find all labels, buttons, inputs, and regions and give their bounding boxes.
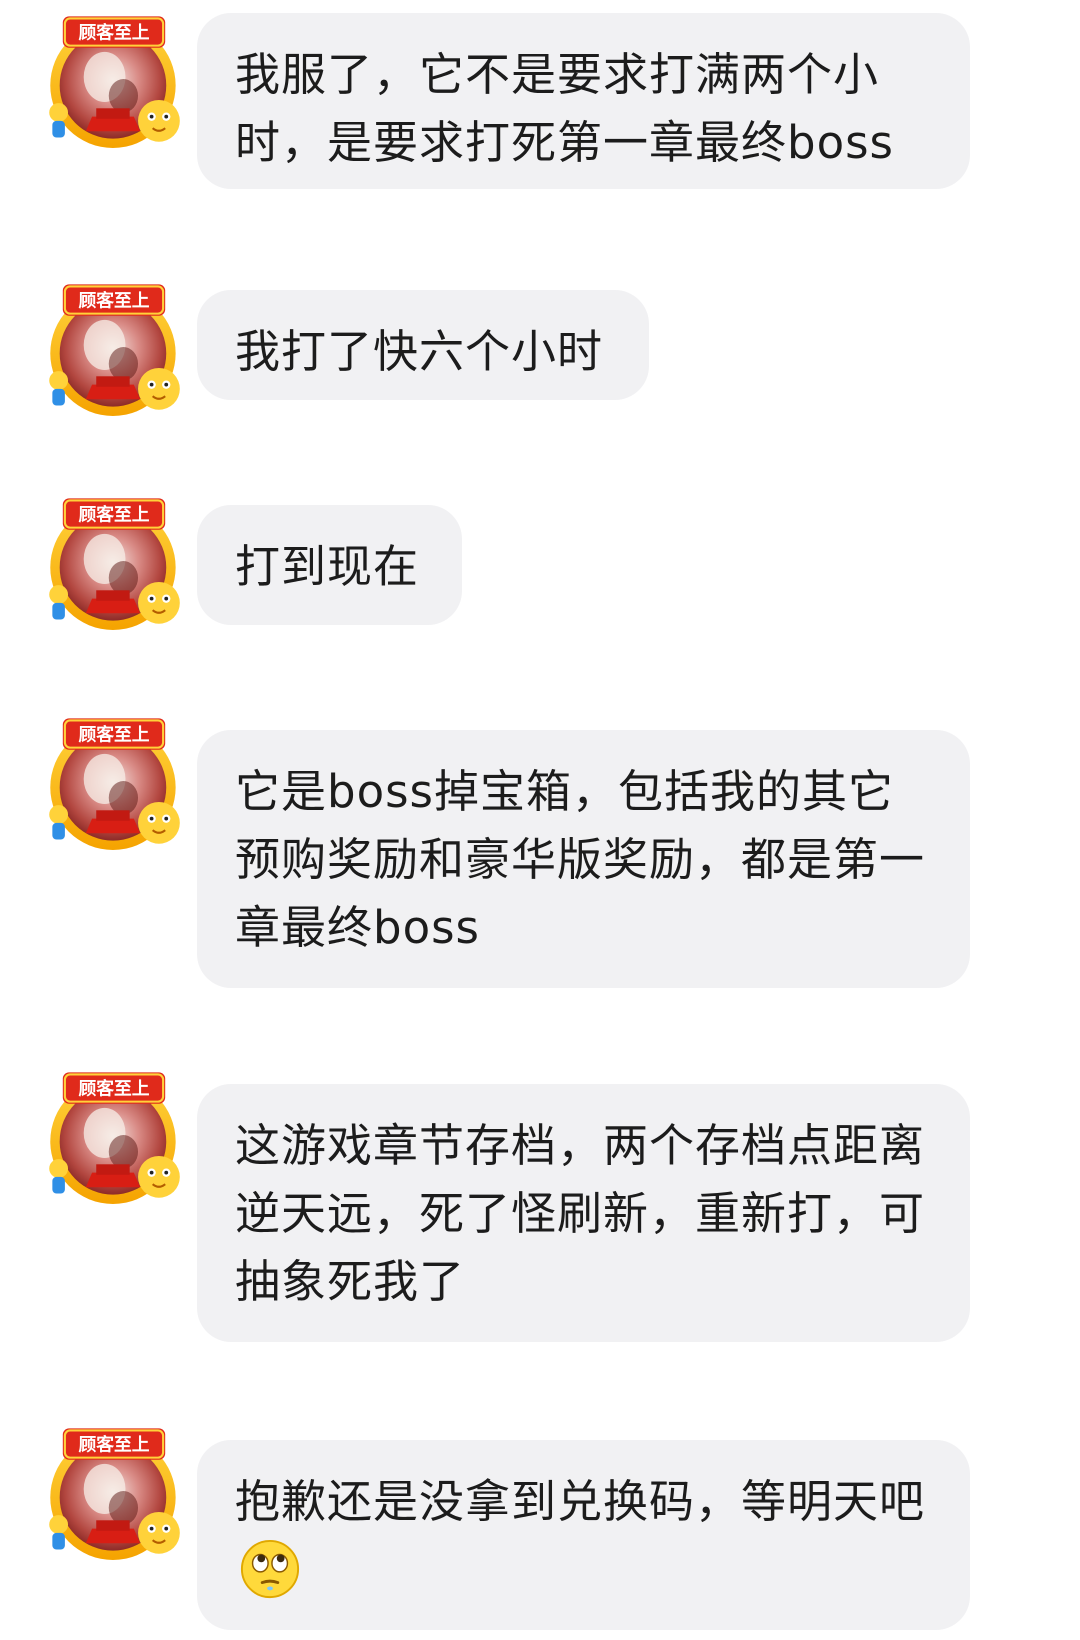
- customer-first-sticker-avatar-icon: 顾客至上: [48, 283, 181, 418]
- message-text: 它是boss掉宝箱，包括我的其它预购奖励和豪华版奖励，都是第一章最终boss: [235, 765, 926, 954]
- svg-text:顾客至上: 顾客至上: [78, 289, 149, 310]
- rolling-eyes-emoji-icon: [240, 1539, 300, 1599]
- avatar[interactable]: 顾客至上: [44, 276, 184, 418]
- message-bubble[interactable]: 打到现在: [197, 505, 462, 625]
- avatar[interactable]: 顾客至上: [44, 710, 184, 852]
- svg-text:顾客至上: 顾客至上: [78, 723, 149, 744]
- message-bubble[interactable]: 它是boss掉宝箱，包括我的其它预购奖励和豪华版奖励，都是第一章最终boss: [197, 730, 970, 988]
- customer-first-sticker-avatar-icon: 顾客至上: [48, 717, 181, 852]
- message-bubble[interactable]: 抱歉还是没拿到兑换码，等明天吧: [197, 1440, 970, 1630]
- avatar[interactable]: 顾客至上: [44, 8, 184, 150]
- message-bubble[interactable]: 我打了快六个小时: [197, 290, 649, 400]
- svg-text:顾客至上: 顾客至上: [78, 1433, 149, 1454]
- message-bubble[interactable]: 这游戏章节存档，两个存档点距离逆天远，死了怪刷新，重新打，可抽象死我了: [197, 1084, 970, 1342]
- avatar[interactable]: 顾客至上: [44, 1064, 184, 1206]
- svg-text:顾客至上: 顾客至上: [78, 21, 149, 42]
- message-bubble[interactable]: 我服了，它不是要求打满两个小时，是要求打死第一章最终boss: [197, 13, 970, 189]
- customer-first-sticker-avatar-icon: 顾客至上: [48, 497, 181, 632]
- message-text: 我打了快六个小时: [235, 325, 604, 378]
- message-text: 抱歉还是没拿到兑换码，等明天吧: [235, 1475, 926, 1528]
- customer-first-sticker-avatar-icon: 顾客至上: [48, 15, 181, 150]
- message-text: 这游戏章节存档，两个存档点距离逆天远，死了怪刷新，重新打，可抽象死我了: [235, 1119, 926, 1308]
- avatar[interactable]: 顾客至上: [44, 490, 184, 632]
- customer-first-sticker-avatar-icon: 顾客至上: [48, 1071, 181, 1206]
- message-text: 打到现在: [235, 540, 420, 593]
- avatar[interactable]: 顾客至上: [44, 1420, 184, 1562]
- customer-first-sticker-avatar-icon: 顾客至上: [48, 1427, 181, 1562]
- message-text: 我服了，它不是要求打满两个小时，是要求打死第一章最终boss: [235, 48, 894, 169]
- svg-text:顾客至上: 顾客至上: [78, 503, 149, 524]
- svg-text:顾客至上: 顾客至上: [78, 1077, 149, 1098]
